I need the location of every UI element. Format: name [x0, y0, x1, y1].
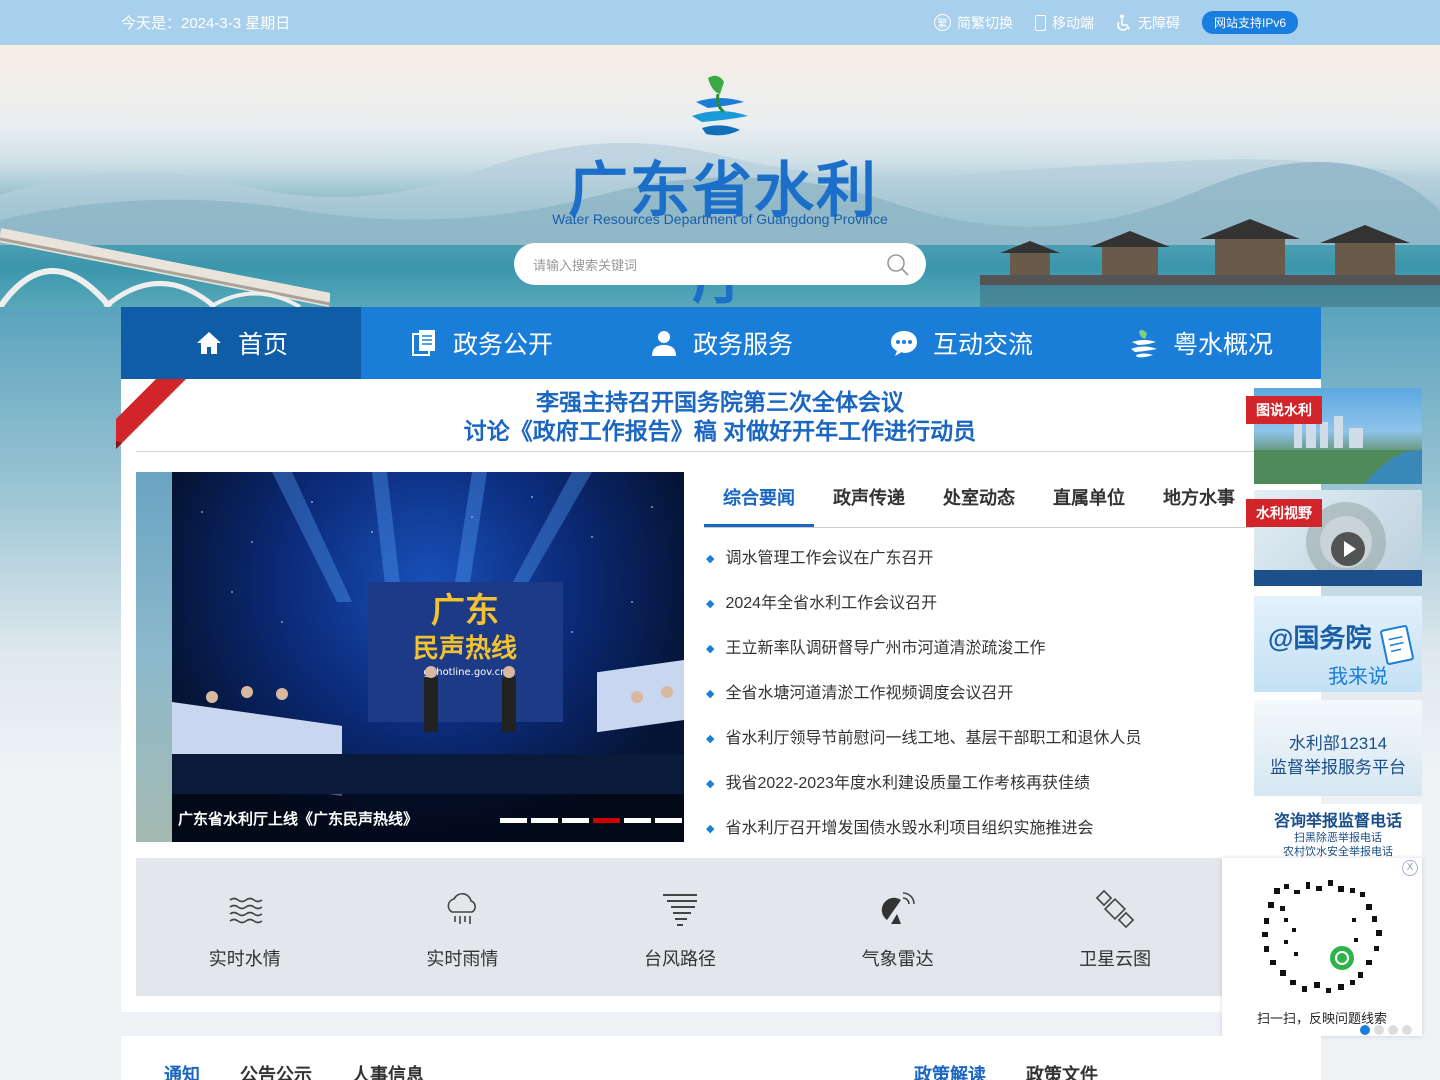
divider — [136, 451, 1304, 452]
tab-department-news[interactable]: 处室动态 — [924, 472, 1034, 527]
accessibility-link[interactable]: 无障碍 — [1116, 13, 1180, 33]
tab-government-voice[interactable]: 政声传递 — [814, 472, 924, 527]
carousel-dot[interactable] — [500, 818, 527, 823]
tool-weather-radar[interactable]: 气象雷达 — [789, 858, 1007, 996]
nav-home[interactable]: 首页 — [121, 307, 361, 379]
carousel-dot[interactable] — [531, 818, 558, 823]
tab-local-water-affairs[interactable]: 地方水事 — [1144, 472, 1254, 527]
news-carousel[interactable]: 广东 民声热线 gdhotline.gov.cn 广东省水利厅上线《广东民声热线… — [136, 472, 684, 842]
bridge-image — [0, 228, 330, 307]
tool-rain-conditions[interactable]: 实时雨情 — [354, 858, 572, 996]
carousel-dots — [500, 818, 682, 823]
news-item[interactable]: 省水利厅领导节前慰问一线工地、基层干部职工和退休人员 — [706, 716, 1254, 761]
user-icon — [651, 331, 676, 356]
search-icon[interactable] — [886, 253, 910, 277]
stage-scene: 广东 民声热线 gdhotline.gov.cn — [172, 472, 684, 796]
search-input[interactable]: 请输入搜索关键词 — [533, 255, 637, 274]
qr-dot[interactable] — [1402, 1025, 1412, 1035]
svg-text:民声热线: 民声热线 — [413, 634, 517, 664]
news-item[interactable]: 王立新率队调研督导广州市河道清淤疏浚工作 — [706, 626, 1254, 671]
rain-cloud-icon — [448, 893, 477, 924]
clipboard-icon — [1380, 625, 1414, 665]
pavilion-bridge-image — [980, 219, 1440, 307]
side-card-mwr-platform[interactable]: 水利部12314 监督举报服务平台 — [1254, 700, 1422, 796]
tag-water-pictures[interactable]: 图说水利 — [1246, 396, 1322, 424]
tab-personnel[interactable]: 人事信息 — [352, 1061, 424, 1080]
qr-code-image — [1256, 870, 1388, 1002]
play-icon[interactable] — [1330, 531, 1366, 567]
tab-general-news[interactable]: 综合要闻 — [704, 472, 814, 527]
carousel-dot-active[interactable] — [593, 818, 620, 823]
qr-carousel-dots — [1360, 1025, 1412, 1035]
nav-services[interactable]: 政务服务 — [601, 307, 841, 379]
home-icon — [196, 332, 221, 354]
carousel-dot[interactable] — [655, 818, 682, 823]
tool-water-conditions[interactable]: 实时水情 — [136, 858, 354, 996]
water-waves-icon — [229, 897, 263, 924]
mobile-link[interactable]: 移动端 — [1034, 13, 1094, 33]
qr-dot-active[interactable] — [1360, 1025, 1370, 1035]
top-bar: 今天是：2024-3-3 星期日 繁 简繁切换 移动端 无障碍 网站支持IPv6 — [0, 0, 1440, 45]
headline[interactable]: 李强主持召开国务院第三次全体会议 讨论《政府工作报告》稿 对做好开年工作进行动员 — [136, 388, 1304, 446]
policy-tabs: 政策解读 政策文件 — [914, 1061, 1098, 1080]
notice-tabs: 通知 公告公示 人事信息 — [164, 1061, 424, 1080]
previous-slide-preview — [136, 472, 172, 842]
department-logo-icon[interactable] — [688, 72, 752, 140]
nav-government-affairs[interactable]: 政务公开 — [361, 307, 601, 379]
main-nav: 首页 政务公开 政务服务 互动交流 粤水概况 — [121, 307, 1321, 379]
news-item[interactable]: 省水利厅召开增发国债水毁水利项目组织实施推进会 — [706, 806, 1254, 851]
carousel-dot[interactable] — [624, 818, 651, 823]
tab-notice[interactable]: 通知 — [164, 1061, 200, 1080]
qr-dot[interactable] — [1388, 1025, 1398, 1035]
accessibility-icon — [1117, 14, 1130, 31]
nav-overview[interactable]: 粤水概况 — [1081, 307, 1321, 379]
traditional-chinese-icon: 繁 — [933, 14, 951, 31]
header-banner: 广东省水利厅 Water Resources Department of Gua… — [0, 45, 1440, 307]
tab-affiliated-units[interactable]: 直属单位 — [1034, 472, 1144, 527]
tab-policy-documents[interactable]: 政策文件 — [1026, 1061, 1098, 1080]
satellite-icon — [1095, 889, 1135, 929]
mobile-icon — [1034, 14, 1046, 31]
close-icon[interactable]: X — [1402, 860, 1418, 876]
carousel-image[interactable]: 广东 民声热线 gdhotline.gov.cn — [172, 472, 684, 842]
nav-interaction[interactable]: 互动交流 — [841, 307, 1081, 379]
documents-icon — [411, 330, 435, 356]
guangdong-logo-icon — [1130, 330, 1157, 358]
side-card-state-council[interactable]: @国务院 我来说 — [1254, 596, 1422, 692]
traditional-chinese-toggle[interactable]: 繁 简繁切换 — [933, 13, 1013, 33]
typhoon-icon — [662, 894, 697, 926]
tag-water-vision[interactable]: 水利视野 — [1246, 499, 1322, 527]
tab-policy-interpretation[interactable]: 政策解读 — [914, 1061, 986, 1080]
chat-icon — [890, 331, 917, 356]
headline-line-2[interactable]: 讨论《政府工作报告》稿 对做好开年工作进行动员 — [136, 417, 1304, 446]
search-box[interactable]: 请输入搜索关键词 — [514, 243, 926, 285]
top-links: 繁 简繁切换 移动端 无障碍 网站支持IPv6 — [933, 11, 1298, 34]
carousel-dot[interactable] — [562, 818, 589, 823]
headline-line-1[interactable]: 李强主持召开国务院第三次全体会议 — [136, 388, 1304, 417]
tool-typhoon-path[interactable]: 台风路径 — [571, 858, 789, 996]
current-date: 今天是：2024-3-3 星期日 — [121, 15, 291, 32]
news-list: 调水管理工作会议在广东召开 2024年全省水利工作会议召开 王立新率队调研督导广… — [706, 536, 1254, 851]
site-subtitle: Water Resources Department of Guangdong … — [552, 211, 888, 227]
tab-announcements[interactable]: 公告公示 — [240, 1061, 312, 1080]
quick-tools: 实时水情 实时雨情 台风路径 气象雷达 卫星云图 — [136, 858, 1224, 996]
qr-popup: X 扫一扫，反映问题线索 — [1222, 858, 1422, 1036]
svg-text:广东: 广东 — [431, 591, 499, 631]
news-item[interactable]: 我省2022-2023年度水利建设质量工作考核再获佳绩 — [706, 761, 1254, 806]
news-item[interactable]: 调水管理工作会议在广东召开 — [706, 536, 1254, 581]
news-tabs: 综合要闻 政声传递 处室动态 直属单位 地方水事 — [704, 472, 1254, 528]
tool-satellite-cloud[interactable]: 卫星云图 — [1006, 858, 1224, 996]
news-item[interactable]: 2024年全省水利工作会议召开 — [706, 581, 1254, 626]
news-item[interactable]: 全省水塘河道清淤工作视频调度会议召开 — [706, 671, 1254, 716]
ipv6-badge[interactable]: 网站支持IPv6 — [1201, 11, 1298, 34]
radar-icon — [881, 892, 915, 924]
qr-dot[interactable] — [1374, 1025, 1384, 1035]
carousel-caption[interactable]: 广东省水利厅上线《广东民声热线》 — [178, 808, 418, 829]
